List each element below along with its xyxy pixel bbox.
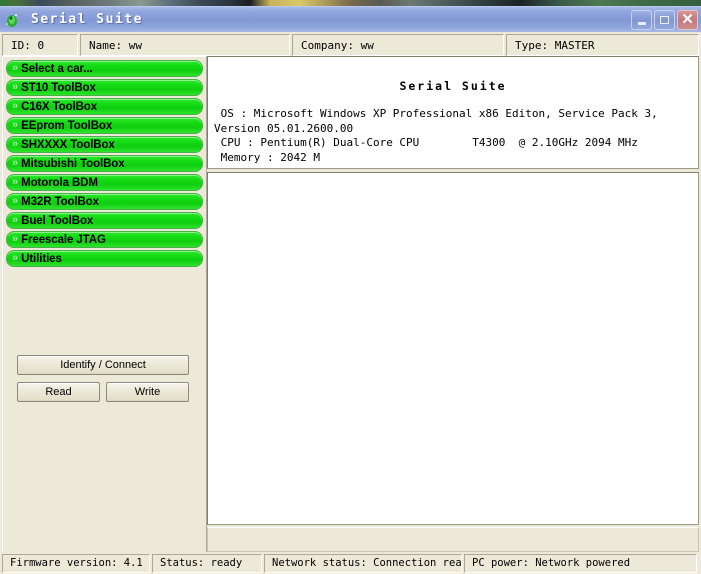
- sidebar-item-label: Freescale JTAG: [21, 234, 106, 246]
- chevron-double-right-icon: »: [12, 101, 18, 112]
- chevron-double-right-icon: »: [12, 139, 18, 150]
- sidebar-item-shxxxx-toolbox[interactable]: »SHXXXX ToolBox: [6, 136, 203, 153]
- field-name: Name: ww: [80, 34, 290, 56]
- chevron-double-right-icon: »: [12, 63, 18, 74]
- close-icon[interactable]: ✕: [677, 10, 698, 30]
- sidebar-item-label: ST10 ToolBox: [21, 82, 96, 94]
- sidebar-item-label: Mitsubishi ToolBox: [21, 158, 124, 170]
- sidebar-item-utilities[interactable]: »Utilities: [6, 250, 203, 267]
- chevron-double-right-icon: »: [12, 215, 18, 226]
- status-network: Network status: Connection ready: [264, 554, 462, 573]
- status-firmware-version: Firmware version: 4.1: [2, 554, 150, 573]
- sidebar-nav-list: »Select a car...»ST10 ToolBox»C16X ToolB…: [6, 60, 203, 267]
- identify-connect-button[interactable]: Identify / Connect: [17, 355, 189, 375]
- read-button[interactable]: Read: [17, 382, 100, 402]
- info-panel-title: Serial Suite: [208, 79, 698, 93]
- field-company: Company: ww: [292, 34, 504, 56]
- sidebar-item-mitsubishi-toolbox[interactable]: »Mitsubishi ToolBox: [6, 155, 203, 172]
- sidebar-item-m32r-toolbox[interactable]: »M32R ToolBox: [6, 193, 203, 210]
- window-controls: ✕: [631, 10, 698, 30]
- title-bar[interactable]: Serial Suite ✕: [0, 6, 701, 32]
- close-glyph: ✕: [681, 12, 694, 27]
- info-panel-text: OS : Microsoft Windows XP Professional x…: [208, 107, 698, 165]
- status-pc-power: PC power: Network powered: [464, 554, 697, 573]
- chevron-double-right-icon: »: [12, 82, 18, 93]
- sidebar-item-motorola-bdm[interactable]: »Motorola BDM: [6, 174, 203, 191]
- system-info-panel: Serial Suite OS : Microsoft Windows XP P…: [207, 56, 699, 169]
- field-id: ID: 0: [2, 34, 78, 56]
- status-bar: Firmware version: 4.1 Status: ready Netw…: [0, 552, 701, 574]
- body-area: »Select a car...»ST10 ToolBox»C16X ToolB…: [0, 56, 701, 560]
- sidebar-item-label: EEprom ToolBox: [21, 120, 112, 132]
- read-write-row: Read Write: [17, 382, 193, 402]
- sidebar-item-label: Utilities: [21, 253, 62, 265]
- window-title: Serial Suite: [31, 12, 143, 27]
- content-area: Serial Suite OS : Microsoft Windows XP P…: [207, 56, 699, 554]
- chevron-double-right-icon: »: [12, 253, 18, 264]
- chevron-double-right-icon: »: [12, 120, 18, 131]
- sidebar-item-st10-toolbox[interactable]: »ST10 ToolBox: [6, 79, 203, 96]
- minimize-icon[interactable]: [631, 10, 652, 30]
- sidebar-actions: Identify / Connect Read Write: [17, 355, 193, 402]
- sidebar-item-select-a-car[interactable]: »Select a car...: [6, 60, 203, 77]
- sidebar-item-label: Buel ToolBox: [21, 215, 93, 227]
- chevron-double-right-icon: »: [12, 196, 18, 207]
- application-window: Serial Suite ✕ ID: 0 Name: ww Company: w…: [0, 6, 701, 574]
- chevron-double-right-icon: »: [12, 177, 18, 188]
- info-bar: ID: 0 Name: ww Company: ww Type: MASTER: [0, 32, 701, 56]
- sidebar-item-label: SHXXXX ToolBox: [21, 139, 115, 151]
- sidebar-item-label: C16X ToolBox: [21, 101, 97, 113]
- maximize-icon[interactable]: [654, 10, 675, 30]
- chevron-double-right-icon: »: [12, 234, 18, 245]
- sidebar-item-c16x-toolbox[interactable]: »C16X ToolBox: [6, 98, 203, 115]
- status-device-status: Status: ready: [152, 554, 262, 573]
- sidebar-item-label: Motorola BDM: [21, 177, 98, 189]
- chevron-double-right-icon: »: [12, 158, 18, 169]
- field-type: Type: MASTER: [506, 34, 699, 56]
- log-output-panel[interactable]: [207, 172, 699, 525]
- sidebar: »Select a car...»ST10 ToolBox»C16X ToolB…: [2, 56, 207, 554]
- write-button[interactable]: Write: [106, 382, 189, 402]
- sidebar-item-label: M32R ToolBox: [21, 196, 99, 208]
- content-bottom-strip: [207, 527, 699, 552]
- sidebar-item-freescale-jtag[interactable]: »Freescale JTAG: [6, 231, 203, 248]
- sidebar-item-buel-toolbox[interactable]: »Buel ToolBox: [6, 212, 203, 229]
- sidebar-item-eeprom-toolbox[interactable]: »EEprom ToolBox: [6, 117, 203, 134]
- app-icon: [4, 11, 22, 29]
- sidebar-item-label: Select a car...: [21, 63, 92, 75]
